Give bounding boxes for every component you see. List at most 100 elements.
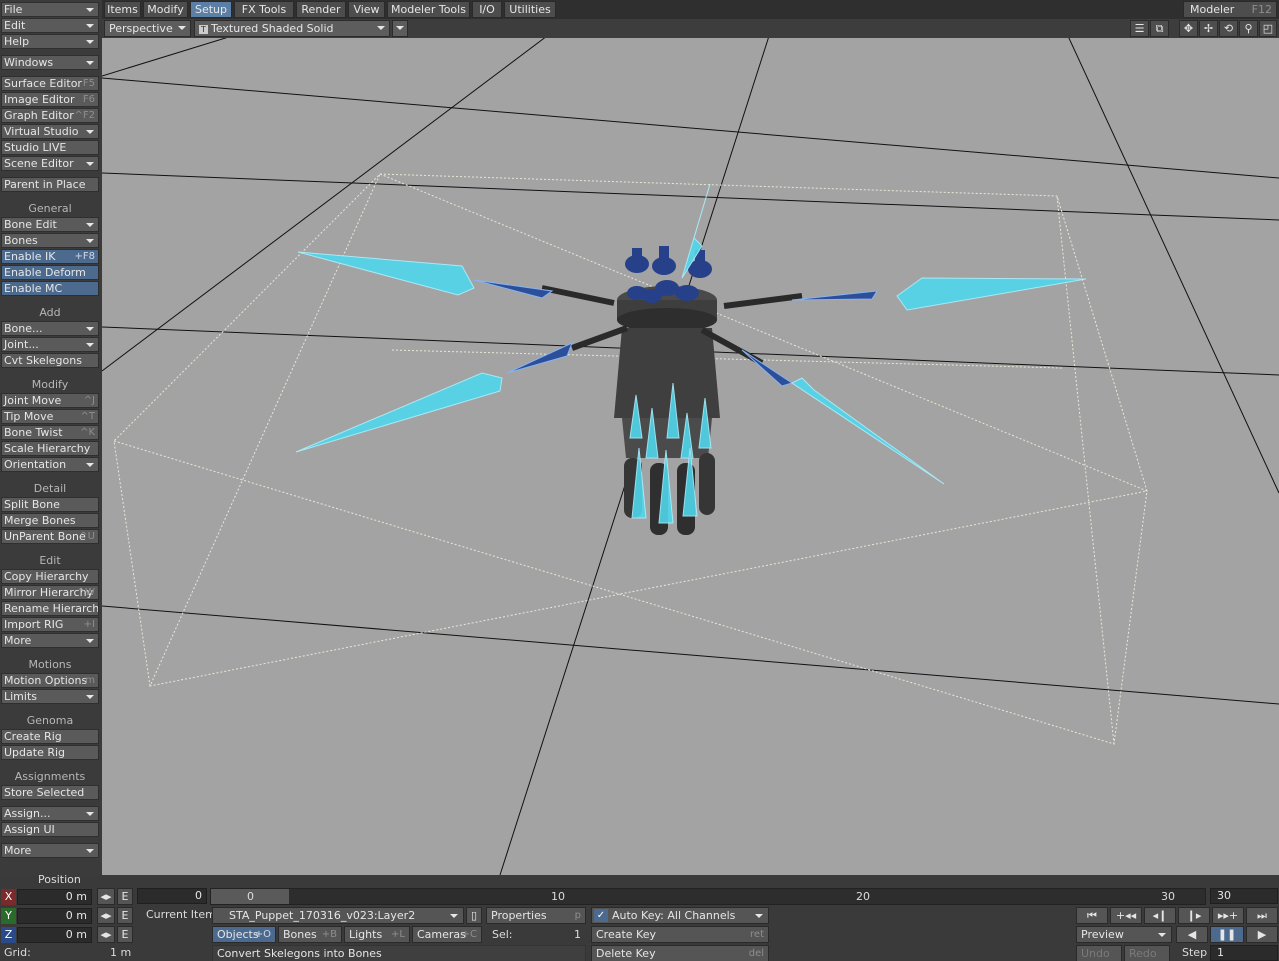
file-menu[interactable]: File — [1, 2, 99, 17]
auto-key-select[interactable]: ✓ Auto Key: All Channels — [591, 907, 769, 924]
create-rig-button[interactable]: Create Rig — [1, 729, 99, 744]
joint-move-button[interactable]: Joint Move ^J — [1, 393, 99, 408]
mirror-hierarchy-button[interactable]: Mirror Hierarchy ^W — [1, 585, 99, 600]
import-rig-button[interactable]: Import RIG +I — [1, 617, 99, 632]
add-bone-menu[interactable]: Bone... — [1, 321, 99, 336]
edit-menu[interactable]: Edit — [1, 18, 99, 33]
enable-ik-toggle[interactable]: Enable IK +F8 — [1, 249, 99, 264]
tab-render[interactable]: Render — [296, 1, 346, 18]
rotate-view-icon[interactable]: ⟲ — [1219, 20, 1238, 37]
step-forward-icon[interactable]: ❙▸ — [1178, 907, 1210, 924]
z-position-field[interactable]: 0 m — [17, 927, 92, 943]
surface-editor-button[interactable]: Surface Editor F5 — [1, 76, 99, 91]
play-forward-icon[interactable]: ▶ — [1246, 926, 1278, 943]
rename-hierarchy-button[interactable]: Rename Hierarchy — [1, 601, 99, 616]
help-menu[interactable]: Help — [1, 34, 99, 49]
graph-editor-button[interactable]: Graph Editor ^F2 — [1, 108, 99, 123]
y-e-button[interactable]: E — [117, 907, 133, 924]
virtual-studio-menu[interactable]: Virtual Studio — [1, 124, 99, 139]
x-envelope-button[interactable]: ◂▸ — [97, 888, 115, 905]
add-joint-menu[interactable]: Joint... — [1, 337, 99, 352]
objects-mode-button[interactable]: Objects +O — [212, 926, 276, 943]
limits-menu[interactable]: Limits — [1, 689, 99, 704]
parent-in-place-button[interactable]: Parent in Place — [1, 177, 99, 192]
tab-modify[interactable]: Modify — [143, 1, 188, 18]
modeler-switch-button[interactable]: Modeler F12 — [1183, 1, 1277, 18]
go-to-end-icon[interactable]: ⏭ — [1246, 907, 1278, 924]
properties-button[interactable]: Properties p — [486, 907, 586, 924]
merge-bones-button[interactable]: Merge Bones — [1, 513, 99, 528]
preview-select[interactable]: Preview — [1076, 926, 1172, 943]
enable-deform-toggle[interactable]: Enable Deform — [1, 265, 99, 280]
motion-options-button[interactable]: Motion Options m — [1, 673, 99, 688]
x-e-button[interactable]: E — [117, 888, 133, 905]
scene-editor-menu[interactable]: Scene Editor — [1, 156, 99, 171]
render-mode-select[interactable]: T Textured Shaded Solid — [194, 20, 390, 37]
more-edit-menu[interactable]: More — [1, 633, 99, 648]
tab-utilities[interactable]: Utilities — [504, 1, 556, 18]
x-position-field[interactable]: 0 m — [17, 889, 92, 905]
more-menu[interactable]: More — [1, 843, 99, 858]
z-e-button[interactable]: E — [117, 926, 133, 943]
tab-items[interactable]: Items — [104, 1, 141, 18]
studio-live-button[interactable]: Studio LIVE — [1, 140, 99, 155]
tab-view[interactable]: View — [348, 1, 385, 18]
tab-fx-tools[interactable]: FX Tools — [234, 1, 294, 18]
unparent-bone-button[interactable]: UnParent Bone ^U — [1, 529, 99, 544]
step-back-icon[interactable]: ◂❙ — [1144, 907, 1176, 924]
store-selected-button[interactable]: Store Selected — [1, 785, 99, 800]
maximize-view-icon[interactable]: ◰ — [1259, 20, 1277, 37]
bone-edit-menu[interactable]: Bone Edit — [1, 217, 99, 232]
delete-key-button[interactable]: Delete Key del — [591, 945, 769, 961]
list-icon[interactable]: ☰ — [1130, 20, 1149, 37]
image-editor-button[interactable]: Image Editor F6 — [1, 92, 99, 107]
move-view-icon[interactable]: ✥ — [1179, 20, 1198, 37]
tab-modeler-tools[interactable]: Modeler Tools — [387, 1, 470, 18]
tip-move-button[interactable]: Tip Move ^T — [1, 409, 99, 424]
current-item-select[interactable]: STA_Puppet_170316_v023:Layer2 — [212, 907, 464, 924]
windows-menu[interactable]: Windows — [1, 55, 99, 70]
pause-icon[interactable]: ❚❚ — [1210, 926, 1244, 943]
go-to-start-icon[interactable]: ⏮ — [1076, 907, 1108, 924]
update-rig-button[interactable]: Update Rig — [1, 745, 99, 760]
assign-ui-button[interactable]: Assign UI — [1, 822, 99, 837]
current-frame-field[interactable]: 0 — [137, 888, 207, 904]
step-field[interactable]: 1 — [1210, 945, 1278, 961]
pan-view-icon[interactable]: ✢ — [1199, 20, 1218, 37]
tab-setup[interactable]: Setup — [190, 1, 232, 18]
view-type-select[interactable]: Perspective — [104, 20, 191, 37]
viewport-options-menu[interactable] — [392, 20, 408, 37]
file-label: File — [4, 3, 23, 16]
cvt-skelegons-button[interactable]: Cvt Skelegons — [1, 353, 99, 368]
end-frame-field[interactable]: 30 — [1210, 888, 1278, 904]
undo-button[interactable]: Undo — [1076, 945, 1122, 961]
cameras-mode-button[interactable]: Cameras +C — [412, 926, 482, 943]
item-info-icon[interactable]: ▯ — [466, 907, 482, 924]
create-key-button[interactable]: Create Key ret — [591, 926, 769, 943]
assign-menu[interactable]: Assign... — [1, 806, 99, 821]
orientation-menu[interactable]: Orientation — [1, 457, 99, 472]
zoom-view-icon[interactable]: ⚲ — [1239, 20, 1258, 37]
copy-hierarchy-button[interactable]: Copy Hierarchy — [1, 569, 99, 584]
split-bone-button[interactable]: Split Bone — [1, 497, 99, 512]
preview-label: Preview — [1081, 928, 1124, 941]
button-label: Delete Key — [596, 947, 656, 960]
scale-hierarchy-button[interactable]: Scale Hierarchy — [1, 441, 99, 456]
z-envelope-button[interactable]: ◂▸ — [97, 926, 115, 943]
save-view-icon[interactable]: ⧉ — [1150, 20, 1169, 37]
tab-io[interactable]: I/O — [472, 1, 502, 18]
perspective-viewport[interactable] — [102, 38, 1279, 875]
y-position-field[interactable]: 0 m — [17, 908, 92, 924]
bones-menu[interactable]: Bones — [1, 233, 99, 248]
previous-key-icon[interactable]: +◂◂ — [1110, 907, 1142, 924]
lights-mode-button[interactable]: Lights +L — [344, 926, 410, 943]
y-envelope-button[interactable]: ◂▸ — [97, 907, 115, 924]
bone-twist-button[interactable]: Bone Twist ^K — [1, 425, 99, 440]
next-key-icon[interactable]: ▸▸+ — [1212, 907, 1244, 924]
redo-button[interactable]: Redo — [1124, 945, 1170, 961]
bones-mode-button[interactable]: Bones +B — [278, 926, 342, 943]
timeline-scrubber[interactable]: 0 10 20 30 — [210, 888, 1206, 905]
checkmark-icon[interactable]: ✓ — [594, 909, 608, 922]
play-reverse-icon[interactable]: ◀ — [1176, 926, 1208, 943]
enable-mc-toggle[interactable]: Enable MC — [1, 281, 99, 296]
